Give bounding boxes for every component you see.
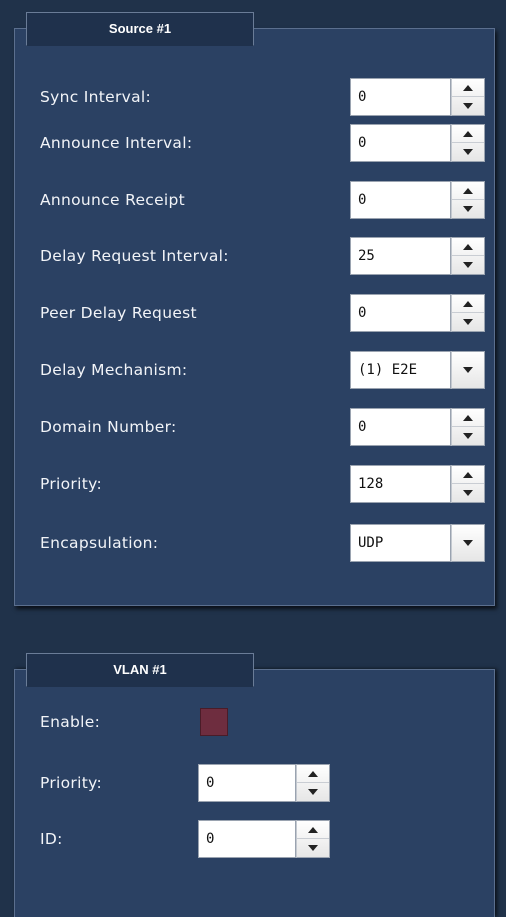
increment-button[interactable] (452, 79, 484, 97)
delay-request-interval-row: Delay Request Interval: 25 (40, 237, 485, 275)
vlan-id-input[interactable]: 0 (198, 820, 296, 858)
arrow-down-icon (308, 789, 318, 795)
vlan-tab: VLAN #1 (26, 653, 254, 687)
announce-interval-stepper[interactable] (451, 124, 485, 162)
delay-request-interval-input[interactable]: 25 (350, 237, 451, 275)
increment-button[interactable] (452, 295, 484, 313)
arrow-up-icon (463, 130, 473, 137)
arrow-down-icon (463, 433, 473, 439)
increment-button[interactable] (297, 765, 329, 783)
vlan-priority-spinner: 0 (198, 764, 330, 802)
peer-delay-request-input[interactable]: 0 (350, 294, 451, 332)
arrow-down-icon (463, 206, 473, 212)
vlan-priority-input[interactable]: 0 (198, 764, 296, 802)
vlan-id-row: ID: 0 (40, 820, 340, 858)
delay-mechanism-row: Delay Mechanism: (1) E2E (40, 351, 485, 389)
announce-interval-input[interactable]: 0 (350, 124, 451, 162)
delay-mechanism-value[interactable]: (1) E2E (350, 351, 451, 389)
sync-interval-stepper[interactable] (451, 78, 485, 116)
arrow-up-icon (463, 187, 473, 194)
decrement-button[interactable] (452, 200, 484, 218)
announce-interval-row: Announce Interval: 0 (40, 124, 485, 162)
announce-receipt-label: Announce Receipt (40, 191, 186, 209)
domain-number-spinner: 0 (350, 408, 485, 446)
increment-button[interactable] (452, 466, 484, 484)
vlan-id-label: ID: (40, 830, 63, 848)
domain-number-stepper[interactable] (451, 408, 485, 446)
sync-interval-row: Sync Interval: 0 (40, 78, 485, 116)
peer-delay-request-spinner: 0 (350, 294, 485, 332)
encapsulation-value[interactable]: UDP (350, 524, 451, 562)
vlan-priority-label: Priority: (40, 774, 102, 792)
decrement-button[interactable] (452, 484, 484, 502)
vlan-priority-row: Priority: 0 (40, 764, 340, 802)
vlan-enable-row: Enable: (40, 703, 290, 741)
decrement-button[interactable] (297, 783, 329, 801)
arrow-down-icon (463, 103, 473, 109)
vlan-id-spinner: 0 (198, 820, 330, 858)
chevron-down-icon (463, 540, 473, 546)
domain-number-row: Domain Number: 0 (40, 408, 485, 446)
arrow-down-icon (308, 845, 318, 851)
arrow-down-icon (463, 262, 473, 268)
vlan-id-stepper[interactable] (296, 820, 330, 858)
priority-stepper[interactable] (451, 465, 485, 503)
priority-spinner: 128 (350, 465, 485, 503)
arrow-down-icon (463, 490, 473, 496)
vlan-enable-checkbox[interactable] (200, 708, 228, 736)
peer-delay-request-label: Peer Delay Request (40, 304, 197, 322)
decrement-button[interactable] (452, 256, 484, 274)
announce-receipt-spinner: 0 (350, 181, 485, 219)
priority-input[interactable]: 128 (350, 465, 451, 503)
decrement-button[interactable] (452, 313, 484, 331)
delay-mechanism-select[interactable]: (1) E2E (350, 351, 485, 389)
delay-mechanism-dropdown-button[interactable] (451, 351, 485, 389)
domain-number-input[interactable]: 0 (350, 408, 451, 446)
increment-button[interactable] (452, 238, 484, 256)
encapsulation-dropdown-button[interactable] (451, 524, 485, 562)
arrow-up-icon (463, 84, 473, 91)
decrement-button[interactable] (452, 97, 484, 115)
chevron-down-icon (463, 367, 473, 373)
encapsulation-label: Encapsulation: (40, 534, 159, 552)
peer-delay-request-stepper[interactable] (451, 294, 485, 332)
source-tab: Source #1 (26, 12, 254, 46)
announce-receipt-input[interactable]: 0 (350, 181, 451, 219)
arrow-up-icon (308, 770, 318, 777)
announce-receipt-stepper[interactable] (451, 181, 485, 219)
peer-delay-request-row: Peer Delay Request 0 (40, 294, 485, 332)
sync-interval-spinner: 0 (350, 78, 485, 116)
arrow-down-icon (463, 149, 473, 155)
decrement-button[interactable] (452, 427, 484, 445)
vlan-enable-label: Enable: (40, 713, 101, 731)
delay-request-interval-stepper[interactable] (451, 237, 485, 275)
sync-interval-input[interactable]: 0 (350, 78, 451, 116)
announce-receipt-row: Announce Receipt 0 (40, 181, 485, 219)
increment-button[interactable] (452, 182, 484, 200)
arrow-up-icon (463, 414, 473, 421)
increment-button[interactable] (452, 125, 484, 143)
priority-label: Priority: (40, 475, 102, 493)
arrow-up-icon (463, 243, 473, 250)
increment-button[interactable] (452, 409, 484, 427)
delay-request-interval-label: Delay Request Interval: (40, 247, 229, 265)
increment-button[interactable] (297, 821, 329, 839)
sync-interval-label: Sync Interval: (40, 88, 152, 106)
priority-row: Priority: 128 (40, 465, 485, 503)
arrow-up-icon (463, 471, 473, 478)
decrement-button[interactable] (452, 143, 484, 161)
arrow-up-icon (463, 300, 473, 307)
domain-number-label: Domain Number: (40, 418, 177, 436)
arrow-down-icon (463, 319, 473, 325)
decrement-button[interactable] (297, 839, 329, 857)
encapsulation-select[interactable]: UDP (350, 524, 485, 562)
encapsulation-row: Encapsulation: UDP (40, 524, 485, 562)
vlan-priority-stepper[interactable] (296, 764, 330, 802)
announce-interval-label: Announce Interval: (40, 134, 193, 152)
arrow-up-icon (308, 826, 318, 833)
delay-request-interval-spinner: 25 (350, 237, 485, 275)
delay-mechanism-label: Delay Mechanism: (40, 361, 188, 379)
announce-interval-spinner: 0 (350, 124, 485, 162)
